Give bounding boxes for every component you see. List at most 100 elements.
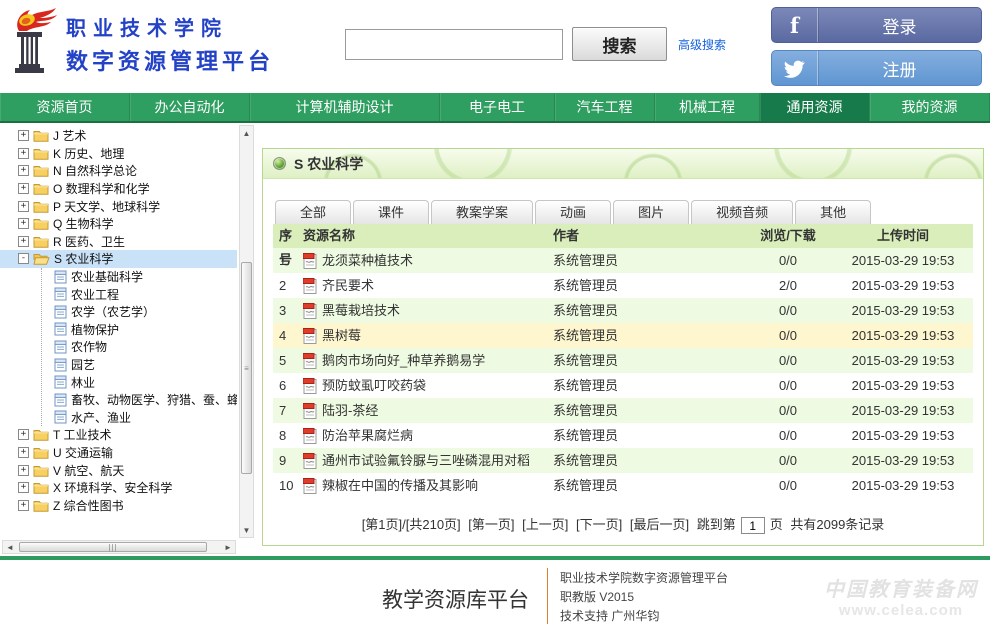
table-row[interactable]: 10辣椒在中国的传播及其影响系统管理员0/02015-03-29 19:53 [273, 473, 973, 498]
table-row[interactable]: 9通州市试验氟铃脲与三唑磷混用对稻系统管理员0/02015-03-29 19:5… [273, 448, 973, 473]
first-page-link[interactable]: [第一页] [468, 517, 514, 532]
resource-name-link[interactable]: 黑莓栽培技术 [322, 298, 400, 323]
tree-item[interactable]: +X 环境科学、安全科学 [0, 479, 237, 497]
page-info: [第1页]/[共210页] [362, 517, 461, 532]
table-row[interactable]: 3黑莓栽培技术系统管理员0/02015-03-29 19:53 [273, 298, 973, 323]
expand-icon[interactable]: + [18, 201, 29, 212]
login-button[interactable]: f 登录 [771, 7, 982, 43]
expand-icon[interactable]: + [18, 148, 29, 159]
expand-icon[interactable]: + [18, 130, 29, 141]
scroll-down-arrow[interactable]: ▼ [240, 523, 253, 537]
row-number: 5 [273, 348, 303, 373]
tab-1[interactable]: 全部 [275, 200, 351, 224]
folder-open-icon [33, 252, 50, 265]
expand-icon[interactable]: + [18, 482, 29, 493]
tree-item[interactable]: +V 航空、航天 [0, 461, 237, 479]
nav-item-1[interactable]: 资源首页 [0, 93, 130, 121]
resource-name-link[interactable]: 鹅肉市场向好_种草养鹅易学 [322, 348, 485, 373]
resource-name-link[interactable]: 龙须菜种植技术 [322, 248, 413, 273]
tree-item[interactable]: +N 自然科学总论 [0, 162, 237, 180]
expand-icon[interactable]: + [18, 500, 29, 511]
scroll-left-arrow[interactable]: ◄ [3, 541, 17, 553]
nav-item-3[interactable]: 计算机辅助设计 [250, 93, 440, 121]
pdf-file-icon [303, 453, 317, 469]
scroll-right-arrow[interactable]: ► [221, 541, 235, 553]
nav-item-7[interactable]: 通用资源 [760, 93, 870, 121]
tree-item[interactable]: +R 医药、卫生 [0, 233, 237, 251]
nav-item-8[interactable]: 我的资源 [870, 93, 990, 121]
tab-2[interactable]: 课件 [353, 200, 429, 224]
table-row[interactable]: 7陆羽-茶经系统管理员0/02015-03-29 19:53 [273, 398, 973, 423]
tree-children: 农业基础科学农业工程农学（农艺学）植物保护农作物园艺林业畜牧、动物医学、狩猎、蚕… [41, 268, 237, 426]
tree-item[interactable]: -S 农业科学 [0, 250, 237, 268]
expand-icon[interactable]: + [18, 236, 29, 247]
expand-icon[interactable]: + [18, 447, 29, 458]
watermark-line2: www.celea.com [824, 602, 978, 619]
tree-vertical-scrollbar[interactable]: ▲ ≡ ▼ [239, 125, 254, 538]
resource-name-link[interactable]: 齐民要术 [322, 273, 374, 298]
tree-item[interactable]: +P 天文学、地球科学 [0, 197, 237, 215]
prev-page-link[interactable]: [上一页] [522, 517, 568, 532]
nav-item-4[interactable]: 电子电工 [440, 93, 555, 121]
table-row[interactable]: 2齐民要术系统管理员2/02015-03-29 19:53 [273, 273, 973, 298]
expand-icon[interactable]: + [18, 429, 29, 440]
table-row[interactable]: 1龙须菜种植技术系统管理员0/02015-03-29 19:53 [273, 248, 973, 273]
total-records: 共有2099条记录 [790, 517, 884, 532]
table-row[interactable]: 5鹅肉市场向好_种草养鹅易学系统管理员0/02015-03-29 19:53 [273, 348, 973, 373]
tree-child-item[interactable]: 植物保护 [42, 321, 237, 339]
last-page-link[interactable]: [最后一页] [630, 517, 689, 532]
jump-page-input[interactable] [741, 517, 765, 534]
nav-item-2[interactable]: 办公自动化 [130, 93, 250, 121]
nav-item-6[interactable]: 机械工程 [655, 93, 760, 121]
tree-child-item[interactable]: 水产、渔业 [42, 409, 237, 427]
scroll-up-arrow[interactable]: ▲ [240, 126, 253, 140]
expand-icon[interactable]: + [18, 165, 29, 176]
next-page-link[interactable]: [下一页] [576, 517, 622, 532]
tree-horizontal-scrollbar[interactable]: ◄ ||| ► [2, 540, 236, 554]
tree-item[interactable]: +K 历史、地理 [0, 145, 237, 163]
tree-child-item[interactable]: 农业基础科学 [42, 268, 237, 286]
tree-item[interactable]: +Q 生物科学 [0, 215, 237, 233]
collapse-icon[interactable]: - [18, 253, 29, 264]
tree-item[interactable]: +T 工业技术 [0, 426, 237, 444]
tree-child-item[interactable]: 畜牧、动物医学、狩猎、蚕、蜂 [42, 391, 237, 409]
tree-child-item[interactable]: 园艺 [42, 356, 237, 374]
tree-item[interactable]: +O 数理科学和化学 [0, 180, 237, 198]
tree-child-label: 园艺 [71, 356, 95, 373]
tab-7[interactable]: 其他 [795, 200, 871, 224]
table-row[interactable]: 8防治苹果腐烂病系统管理员0/02015-03-29 19:53 [273, 423, 973, 448]
nav-item-5[interactable]: 汽车工程 [555, 93, 655, 121]
register-button[interactable]: 注册 [771, 50, 982, 86]
advanced-search-link[interactable]: 高级搜索 [678, 36, 726, 53]
tab-4[interactable]: 动画 [535, 200, 611, 224]
pagination: [第1页]/[共210页] [第一页] [上一页] [下一页] [最后一页] 跳… [263, 514, 983, 534]
expand-icon[interactable]: + [18, 183, 29, 194]
tree-item[interactable]: +U 交通运输 [0, 444, 237, 462]
resource-name-link[interactable]: 黑树莓 [322, 323, 361, 348]
resource-name-link[interactable]: 通州市试验氟铃脲与三唑磷混用对稻 [322, 448, 530, 473]
search-button[interactable]: 搜索 [572, 27, 667, 61]
resource-name-link[interactable]: 辣椒在中国的传播及其影响 [322, 473, 478, 498]
table-row[interactable]: 4黑树莓系统管理员0/02015-03-29 19:53 [273, 323, 973, 348]
upload-time-cell: 2015-03-29 19:53 [833, 248, 973, 273]
table-row[interactable]: 6预防蚊虱叮咬药袋系统管理员0/02015-03-29 19:53 [273, 373, 973, 398]
resource-name-link[interactable]: 防治苹果腐烂病 [322, 423, 413, 448]
resource-name-link[interactable]: 预防蚊虱叮咬药袋 [322, 373, 426, 398]
tab-6[interactable]: 视频音频 [691, 200, 793, 224]
expand-icon[interactable]: + [18, 465, 29, 476]
search-input[interactable] [345, 29, 563, 60]
tab-3[interactable]: 教案学案 [431, 200, 533, 224]
leaf-doc-icon [54, 270, 67, 284]
resource-name-link[interactable]: 陆羽-茶经 [322, 398, 378, 423]
expand-icon[interactable]: + [18, 218, 29, 229]
tree-child-item[interactable]: 农学（农艺学） [42, 303, 237, 321]
tree-child-item[interactable]: 农作物 [42, 338, 237, 356]
horizontal-scroll-thumb[interactable]: ||| [19, 542, 207, 552]
tab-5[interactable]: 图片 [613, 200, 689, 224]
tree-item[interactable]: +Z 综合性图书 [0, 496, 237, 514]
leaf-doc-icon [54, 287, 67, 301]
tree-item[interactable]: +J 艺术 [0, 127, 237, 145]
vertical-scroll-thumb[interactable]: ≡ [241, 262, 252, 474]
tree-child-item[interactable]: 林业 [42, 373, 237, 391]
tree-child-item[interactable]: 农业工程 [42, 285, 237, 303]
